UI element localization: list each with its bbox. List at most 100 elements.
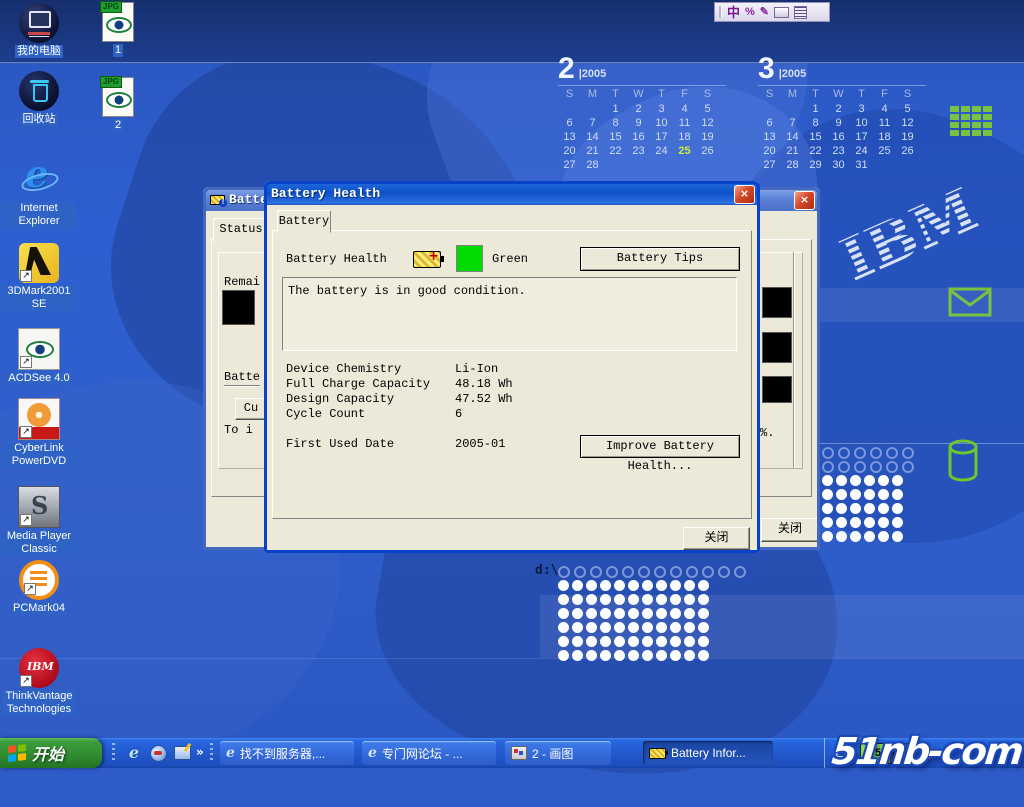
dot (670, 580, 681, 591)
dot (698, 608, 709, 619)
battery-gauge-cell (222, 290, 255, 325)
desktop-icon-thinkvantage[interactable]: ↗ ThinkVantage Technologies (2, 648, 76, 716)
icon-label: 我的电脑 (15, 45, 63, 58)
desktop-icon-powerdvd[interactable]: ↗ CyberLink PowerDVD (2, 398, 76, 468)
improve-battery-health-button[interactable]: Improve Battery Health... (580, 435, 740, 458)
calendar-day: 20 (558, 145, 581, 159)
calendar-day: 6 (758, 117, 781, 131)
dot (614, 650, 625, 661)
battery-health-dialog: Battery Health × Battery Battery Health … (264, 181, 760, 553)
calendar-weekday: S (696, 88, 719, 103)
dot (600, 608, 611, 619)
dialog-close-button[interactable]: × (734, 185, 755, 204)
dialog-title-bar[interactable]: Battery Health (264, 181, 760, 205)
desktop-icon-recycle-bin[interactable]: 回收站 (2, 71, 76, 126)
tab-battery[interactable]: Battery (277, 210, 331, 233)
taskbar-separator (112, 743, 115, 763)
quicklaunch-ie[interactable]: e (124, 742, 144, 764)
calendar-weekday: T (650, 88, 673, 103)
icon-label: CyberLink PowerDVD (2, 442, 76, 468)
dot-row (820, 474, 916, 488)
ime-menu-icon[interactable] (794, 6, 807, 19)
calendar-weekday: T (604, 88, 627, 103)
dialog-title: Battery Health (264, 186, 380, 201)
current-button-fragment[interactable]: Cu (235, 398, 266, 420)
ime-chinese-indicator[interactable]: 中 (727, 6, 740, 19)
dot (670, 650, 681, 661)
calendar-day: 16 (627, 131, 650, 145)
dot (836, 531, 847, 542)
dot-ring (590, 566, 602, 578)
ime-pen-icon[interactable]: ✎ (760, 7, 769, 18)
dot (628, 650, 639, 661)
taskbar-window-battery-information[interactable]: Battery Infor... (643, 741, 773, 765)
battery-tips-button[interactable]: Battery Tips (580, 247, 740, 271)
shortcut-arrow-icon: ↗ (24, 583, 36, 595)
calendar-day: 17 (850, 131, 873, 145)
dot (698, 650, 709, 661)
dot-ring (870, 461, 882, 473)
calendar-day (558, 103, 581, 117)
dot-row (820, 530, 916, 544)
quicklaunch-app[interactable] (148, 742, 168, 764)
calendar-day (604, 159, 627, 173)
quicklaunch-show-desktop[interactable] (172, 742, 192, 764)
to-text-fragment: To i (224, 423, 253, 437)
dot-row (820, 460, 916, 474)
ime-language-bar[interactable]: 中 % ✎ (714, 2, 830, 22)
dot (600, 650, 611, 661)
window-title: Battery Infor... (671, 746, 746, 760)
dot-row (556, 607, 748, 621)
desktop-icon-acdsee[interactable]: ↗ ACDSee 4.0 (2, 328, 76, 385)
calendar-month: 2 (558, 56, 575, 82)
dot (642, 622, 653, 633)
desktop-icon-jpg-2[interactable]: JPG 2 (88, 77, 148, 132)
calendar-day: 19 (696, 131, 719, 145)
calendar-weekday: T (804, 88, 827, 103)
taskbar-window-forum[interactable]: e 专门网论坛 - ... (362, 741, 496, 765)
desktop-icon-internet-explorer[interactable]: Internet Explorer (2, 160, 76, 228)
dot-ring (886, 447, 898, 459)
dot-ring (886, 461, 898, 473)
calendar-day: 8 (604, 117, 627, 131)
calendar-day: 15 (604, 131, 627, 145)
paint-icon (511, 746, 527, 760)
calendar-day: 18 (873, 131, 896, 145)
dot (850, 475, 861, 486)
dot (656, 580, 667, 591)
dot (822, 531, 833, 542)
dot (698, 636, 709, 647)
dot (586, 594, 597, 605)
calendar-grid-icon (950, 106, 992, 143)
media-player-classic-icon: ↗ (18, 486, 60, 528)
taskbar-window-paint[interactable]: 2 - 画图 (505, 741, 611, 765)
dot-row (820, 502, 916, 516)
start-button[interactable]: 开始 (0, 738, 102, 768)
shortcut-arrow-icon: ↗ (20, 356, 32, 368)
calendar-day (873, 159, 896, 173)
ime-width-mode-icon[interactable]: % (745, 7, 755, 18)
desktop-icon-pcmark04[interactable]: ↗ PCMark04 (2, 560, 76, 615)
dot-ring (686, 566, 698, 578)
desktop-icon-media-player-classic[interactable]: ↗ Media Player Classic (2, 486, 76, 556)
desktop-icon-3dmark2001[interactable]: ↗ 3DMark2001 SE (2, 243, 76, 311)
dot-row (556, 649, 748, 663)
desktop-icon-my-computer[interactable]: 我的电脑 (2, 3, 76, 58)
dialog-close-button-bottom[interactable]: 关闭 (683, 527, 750, 550)
tab-status[interactable]: Status (213, 218, 269, 242)
ime-keyboard-icon[interactable] (774, 7, 789, 18)
quicklaunch-more-chevron[interactable]: » (196, 745, 204, 759)
dot-ring (902, 447, 914, 459)
calendar-day: 3 (650, 103, 673, 117)
bg-close-button[interactable]: × (794, 191, 815, 210)
desktop-icon-jpg-1[interactable]: JPG 1 (88, 2, 148, 57)
taskbar-window-server-not-found[interactable]: e 找不到服务器,... (220, 741, 354, 765)
calendar-day: 15 (804, 131, 827, 145)
calendar-day: 25 (873, 145, 896, 159)
calendar-header: 2 |2005 (558, 56, 726, 86)
dot-ring (870, 447, 882, 459)
calendar-day: 25 (673, 145, 696, 159)
acdsee-icon: ↗ (18, 328, 60, 370)
ime-grip[interactable] (719, 6, 722, 18)
bg-close-button-bottom[interactable]: 关闭 (761, 518, 819, 542)
